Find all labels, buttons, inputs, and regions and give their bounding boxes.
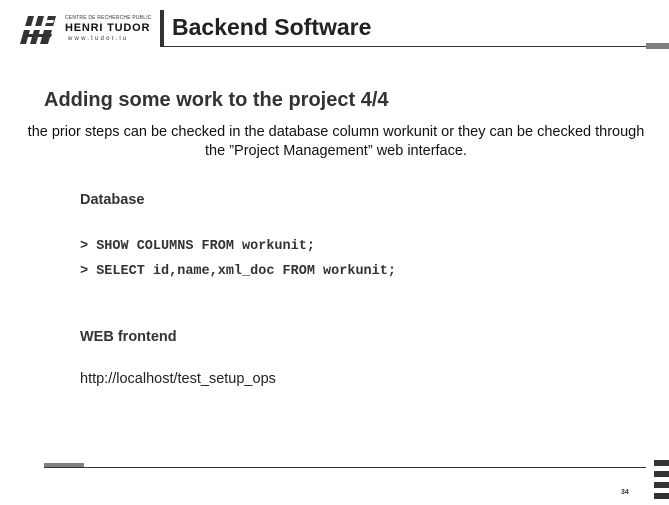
frontend-url[interactable]: http://localhost/test_setup_ops	[80, 371, 276, 387]
title-accent-bar	[160, 10, 164, 46]
slide-heading: Adding some work to the project 4/4	[44, 89, 389, 111]
slide-title: Backend Software	[172, 14, 372, 40]
footer-bars-decoration	[654, 460, 669, 504]
sql-command-select: > SELECT id,name,xml_doc FROM workunit;	[80, 264, 396, 279]
footer-divider	[44, 467, 646, 468]
title-divider	[160, 46, 646, 47]
database-label: Database	[80, 192, 145, 208]
sql-command-show: > SHOW COLUMNS FROM workunit;	[80, 239, 315, 254]
logo-tagline: CENTRE DE RECHERCHE PUBLIC	[65, 15, 152, 21]
title-divider-cap	[646, 43, 669, 49]
tudor-logo-mark-icon	[18, 12, 58, 46]
slide-description: the prior steps can be checked in the da…	[27, 124, 645, 159]
page-number: 34	[621, 489, 629, 496]
logo-url: www.tudor.lu	[68, 36, 129, 42]
logo-name: HENRI TUDOR	[65, 22, 151, 34]
web-frontend-label: WEB frontend	[80, 329, 177, 345]
tudor-logo: CENTRE DE RECHERCHE PUBLIC HENRI TUDOR w…	[18, 12, 152, 46]
